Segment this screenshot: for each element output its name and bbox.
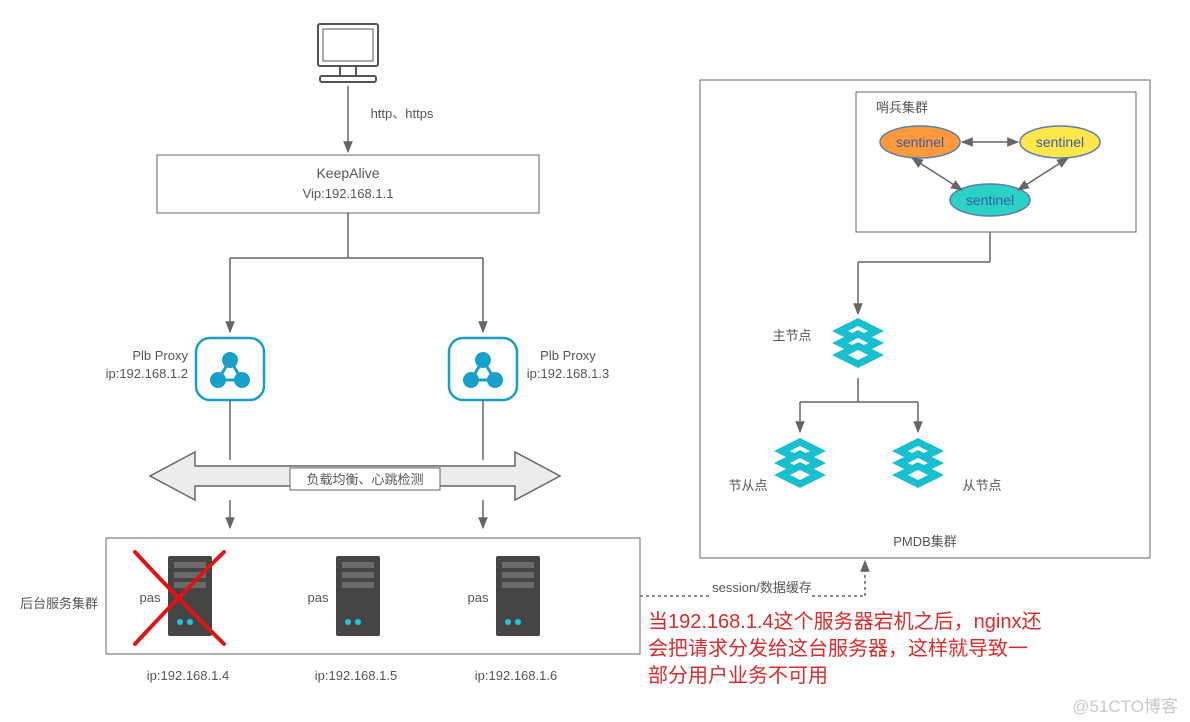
protocol-label: http、https xyxy=(371,106,434,121)
sentinel1-label: sentinel xyxy=(896,134,944,150)
proxy-right-icon xyxy=(449,338,517,400)
proxy-left-name: Plb Proxy xyxy=(132,348,188,363)
session-label: session/数据缓存 xyxy=(712,580,812,595)
watermark: @51CTO博客 xyxy=(1072,697,1178,716)
proxy-right-ip: ip:192.168.1.3 xyxy=(527,366,609,381)
note-line3: 部分用户业务不可用 xyxy=(648,664,828,687)
server3-label: pas xyxy=(468,590,489,605)
slave2-label: 从节点 xyxy=(962,478,1001,493)
server1-ip: ip:192.168.1.4 xyxy=(147,668,229,683)
backend-title: 后台服务集群 xyxy=(20,596,98,611)
server1-label: pas xyxy=(140,590,161,605)
master-label: 主节点 xyxy=(772,328,811,343)
server2-ip: ip:192.168.1.5 xyxy=(315,668,397,683)
proxy-left-ip: ip:192.168.1.2 xyxy=(106,366,188,381)
server3-icon xyxy=(496,556,540,636)
server3-ip: ip:192.168.1.6 xyxy=(475,668,557,683)
sentinel3-label: sentinel xyxy=(966,192,1014,208)
keepalive-box xyxy=(157,155,539,213)
server2-label: pas xyxy=(308,590,329,605)
sentinel2-label: sentinel xyxy=(1036,134,1084,150)
keepalive-title: KeepAlive xyxy=(316,165,379,181)
note-line1: 当192.168.1.4这个服务器宕机之后，nginx还 xyxy=(648,610,1041,633)
sentinel-title: 哨兵集群 xyxy=(876,100,928,115)
pmdb-title: PMDB集群 xyxy=(893,534,957,549)
note-line2: 会把请求分发给这台服务器，这样就导致一 xyxy=(648,637,1028,660)
proxy-right-name: Plb Proxy xyxy=(540,348,596,363)
keepalive-vip: Vip:192.168.1.1 xyxy=(303,186,394,201)
server2-icon xyxy=(336,556,380,636)
balance-label: 负载均衡、心跳检测 xyxy=(306,472,423,487)
slave1-label: 节从点 xyxy=(728,478,767,493)
client-pc-icon xyxy=(318,24,378,82)
proxy-left-icon xyxy=(196,338,264,400)
